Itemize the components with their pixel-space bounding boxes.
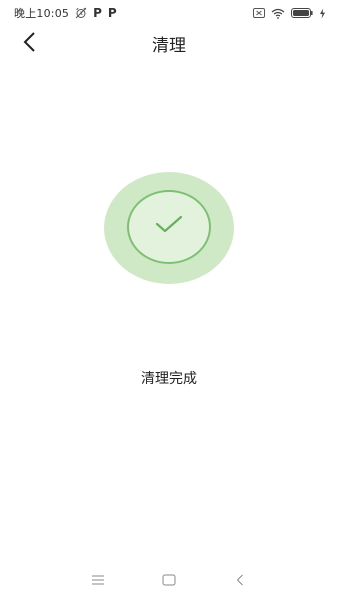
back-icon (236, 574, 243, 586)
check-icon (155, 215, 183, 233)
cleanup-result-screen: 晚上10:05 P P 清理 清理完成 (0, 0, 338, 600)
menu-icon (92, 575, 104, 585)
menu-button[interactable] (86, 570, 110, 590)
home-icon (162, 574, 176, 586)
battery-icon (291, 8, 313, 18)
p-app-icon: P (93, 6, 102, 20)
page-title: 清理 (152, 36, 186, 56)
alarm-icon (75, 7, 87, 19)
status-time: 晚上10:05 (14, 7, 70, 20)
status-left: 晚上10:05 P P (14, 5, 117, 21)
status-right (253, 8, 326, 19)
sim-icon (253, 8, 265, 18)
result-message: 清理完成 (141, 371, 197, 387)
wifi-icon (271, 8, 285, 19)
nav-bar: 清理 (0, 26, 338, 58)
charging-icon (319, 8, 326, 19)
status-bar: 晚上10:05 P P (0, 0, 338, 26)
system-nav-bar (0, 560, 338, 600)
home-button[interactable] (157, 570, 181, 590)
p-app-icon: P (107, 6, 117, 20)
success-illustration (104, 172, 234, 284)
system-back-button[interactable] (228, 570, 252, 590)
